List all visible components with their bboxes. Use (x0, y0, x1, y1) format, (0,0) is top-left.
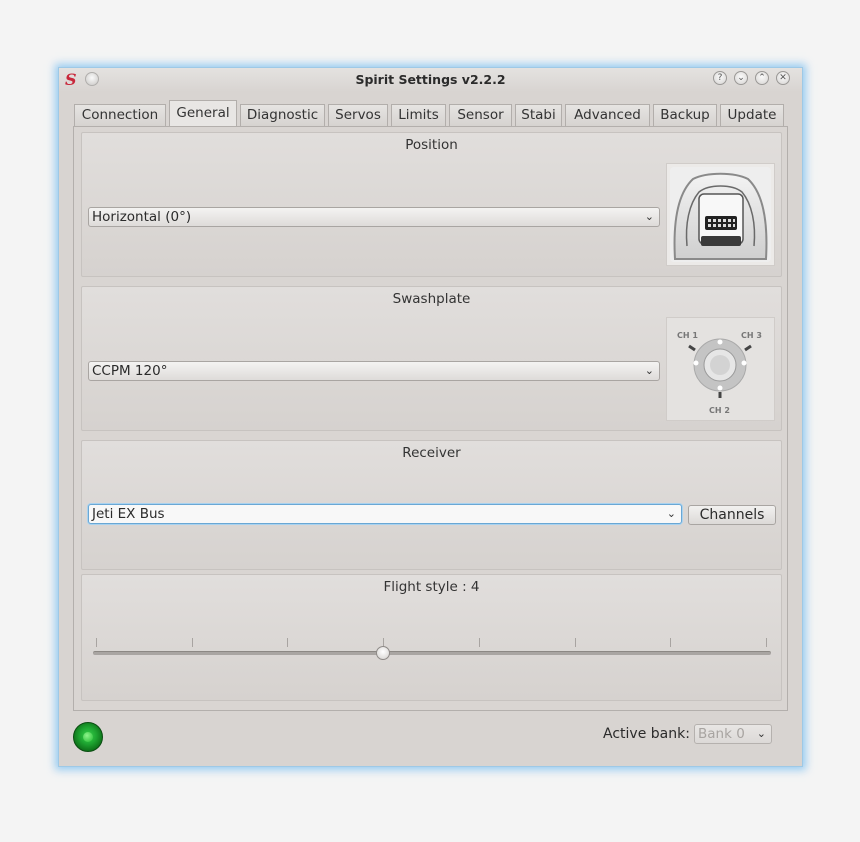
tab-advanced[interactable]: Advanced (565, 104, 650, 126)
chevron-down-icon: ⌄ (644, 210, 654, 223)
chevron-down-icon: ⌄ (644, 364, 654, 377)
swashplate-group-title: Swashplate (392, 291, 471, 307)
general-tab-panel: Position Horizontal (0°) ⌄ Swashplate CC… (73, 126, 788, 711)
tab-general[interactable]: General (169, 100, 237, 127)
tab-diagnostic[interactable]: Diagnostic (240, 104, 325, 126)
receiver-select[interactable]: Jeti EX Bus ⌄ (88, 504, 682, 524)
slider-tick (287, 638, 289, 647)
receiver-group-title: Receiver (402, 445, 461, 461)
shade-button[interactable]: ⌄ (734, 71, 748, 85)
swashplate-diagram: CH 1 CH 3 CH 2 (666, 317, 775, 421)
help-button[interactable]: ? (713, 71, 727, 85)
window-title: Spirit Settings v2.2.2 (355, 72, 506, 87)
flight-style-slider-handle[interactable] (376, 646, 391, 660)
connection-status-led-icon (73, 722, 103, 752)
active-bank-select: Bank 0 ⌄ (694, 724, 772, 744)
title-bar[interactable]: S Spirit Settings v2.2.2 ? ⌄ ⌃ ✕ (59, 68, 802, 92)
ch3-label: CH 3 (741, 331, 762, 340)
swashplate-select[interactable]: CCPM 120° ⌄ (88, 361, 660, 381)
position-group-title: Position (405, 137, 458, 153)
swashplate-select-value: CCPM 120° (92, 363, 168, 379)
receiver-select-value: Jeti EX Bus (92, 506, 165, 522)
settings-window: S Spirit Settings v2.2.2 ? ⌄ ⌃ ✕ Connect… (58, 67, 803, 767)
slider-tick (670, 638, 672, 647)
receiver-group: Receiver Jeti EX Bus ⌄ Channels (81, 440, 782, 570)
swashplate-group: Swashplate CCPM 120° ⌄ CH 1 CH 3 CH 2 (81, 286, 782, 431)
unit-orientation-icon (670, 167, 771, 262)
slider-tick (96, 638, 97, 647)
maximize-button[interactable]: ⌃ (755, 71, 769, 85)
active-bank-label: Active bank: (603, 726, 690, 742)
active-bank-value: Bank 0 (698, 726, 745, 742)
close-button[interactable]: ✕ (776, 71, 790, 85)
ch2-label: CH 2 (709, 406, 730, 415)
tab-update[interactable]: Update (720, 104, 784, 126)
position-select-value: Horizontal (0°) (92, 209, 192, 225)
slider-tick (191, 638, 193, 647)
tab-sensor[interactable]: Sensor (449, 104, 512, 126)
flight-style-slider-track[interactable] (93, 651, 771, 655)
position-select[interactable]: Horizontal (0°) ⌄ (88, 207, 660, 227)
mounting-position-image (666, 163, 775, 266)
chevron-down-icon: ⌄ (756, 727, 766, 740)
tab-connection[interactable]: Connection (74, 104, 166, 126)
tab-backup[interactable]: Backup (653, 104, 717, 126)
position-group: Position Horizontal (0°) ⌄ (81, 132, 782, 277)
slider-tick (766, 638, 767, 647)
slider-tick (574, 638, 576, 647)
flight-style-group: Flight style : 4 (81, 574, 782, 701)
swashplate-icon: CH 1 CH 3 CH 2 (677, 331, 762, 415)
tab-limits[interactable]: Limits (391, 104, 446, 126)
tab-servos[interactable]: Servos (328, 104, 388, 126)
chevron-down-icon: ⌄ (666, 507, 676, 520)
tab-stabi[interactable]: Stabi (515, 104, 562, 126)
flight-style-title: Flight style : 4 (383, 579, 480, 595)
ch1-label: CH 1 (677, 331, 698, 340)
channels-button[interactable]: Channels (688, 505, 776, 525)
slider-tick (478, 638, 480, 647)
